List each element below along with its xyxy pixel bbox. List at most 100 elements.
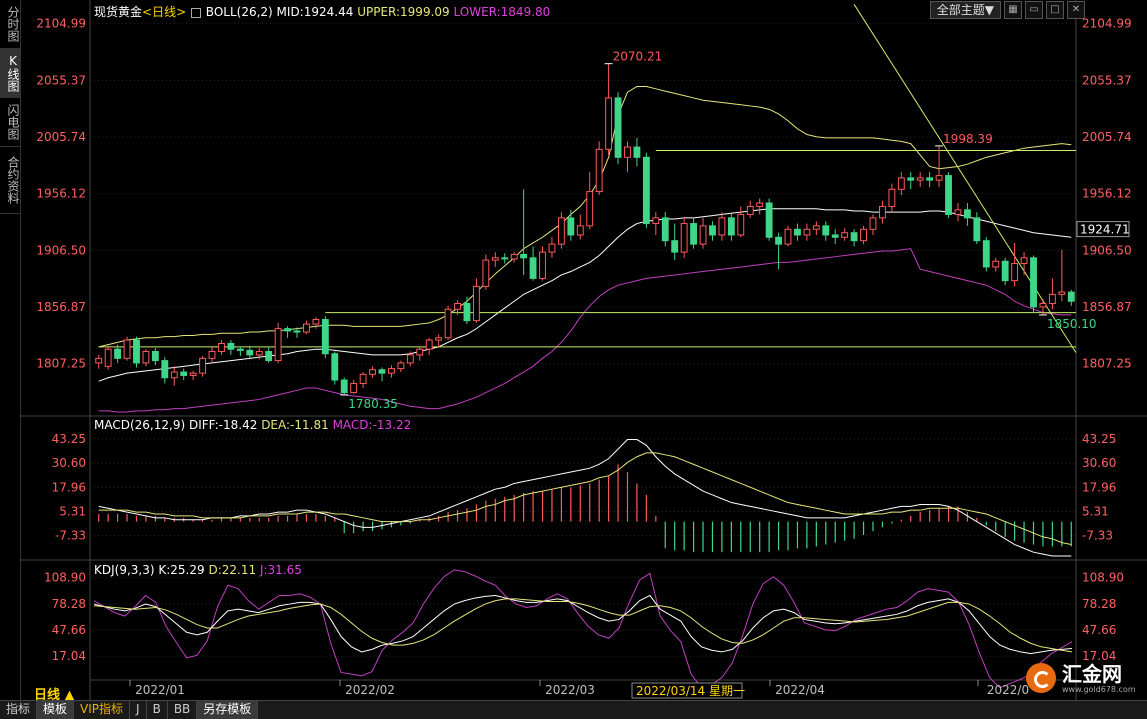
price-tick-right: 1807.25 xyxy=(1082,357,1132,371)
macd-tick-left: 43.25 xyxy=(52,432,86,446)
candle xyxy=(331,353,339,381)
tab-vip-indicators[interactable]: VIP指标 xyxy=(74,701,131,719)
minimize-icon[interactable]: ▭ xyxy=(1025,1,1043,19)
maximize-icon[interactable]: □ xyxy=(1046,1,1064,19)
brand-logo: 汇金网 www.gold678.com xyxy=(1026,660,1138,696)
candle xyxy=(576,225,584,236)
boll-name: BOLL(26,2) xyxy=(205,5,273,19)
candle xyxy=(982,240,990,268)
candle xyxy=(1030,257,1037,308)
chart-canvas[interactable]: 2104.99 2104.99 2055.37 2055.37 2005.74 2005.… xyxy=(0,0,1147,700)
indicator-box-icon[interactable] xyxy=(190,7,202,19)
kdj-j: J:31.65 xyxy=(259,563,302,577)
macd-tick-right: 5.31 xyxy=(1082,504,1109,518)
cursor-date-label: 2022/03/14 星期一 xyxy=(636,684,745,698)
candle xyxy=(633,146,641,158)
candle xyxy=(397,362,405,370)
candle xyxy=(435,337,443,341)
candle xyxy=(1020,257,1028,265)
kdj-tick-left: 78.28 xyxy=(52,597,86,611)
candle xyxy=(888,188,896,207)
logo-icon xyxy=(1026,663,1056,693)
candle xyxy=(491,257,499,261)
candle xyxy=(935,175,943,181)
price-tick-left: 2104.99 xyxy=(36,17,86,31)
candle xyxy=(595,148,603,193)
candle xyxy=(218,342,225,352)
annotation-high: 2070.21 xyxy=(613,50,663,64)
candle xyxy=(142,350,150,364)
tab-j[interactable]: J xyxy=(130,701,147,719)
candle xyxy=(284,328,291,332)
candle xyxy=(1001,260,1009,282)
kdj-tick-left: 108.90 xyxy=(44,571,86,585)
candle xyxy=(567,217,575,236)
candle xyxy=(642,156,650,225)
chevron-down-icon: ▼ xyxy=(984,3,994,17)
candle xyxy=(661,217,669,242)
candle xyxy=(699,225,707,245)
macd-tick-right: 17.96 xyxy=(1082,480,1116,494)
candle xyxy=(350,382,358,394)
tab-b[interactable]: B xyxy=(147,701,168,719)
candle xyxy=(246,349,254,356)
candle xyxy=(860,228,867,242)
macd-tick-right: 30.60 xyxy=(1082,456,1116,470)
candle xyxy=(784,228,792,245)
candle xyxy=(388,368,395,374)
candle xyxy=(614,97,622,158)
candle xyxy=(321,318,329,355)
x-tick-label: 2022/02 xyxy=(345,683,395,697)
price-tick-right: 1956.12 xyxy=(1082,187,1132,201)
price-tick-right: 2005.74 xyxy=(1082,130,1132,144)
candle xyxy=(180,371,188,376)
last-price-tag: 1924.71 xyxy=(1080,223,1130,237)
candle xyxy=(265,350,273,362)
candle xyxy=(444,308,452,339)
menu-grid-icon[interactable]: ▦ xyxy=(1004,1,1022,19)
boll-upper: UPPER:1999.09 xyxy=(357,5,450,19)
logo-url: www.gold678.com xyxy=(1062,684,1136,694)
macd-tick-right: -7.33 xyxy=(1082,529,1113,543)
candle xyxy=(482,259,490,287)
price-tick-left: 1906.50 xyxy=(36,243,86,257)
candle xyxy=(841,232,849,238)
kdj-j-line xyxy=(93,569,1073,689)
candle xyxy=(151,350,159,362)
candle xyxy=(652,217,660,225)
boll-mid-line xyxy=(98,208,1072,382)
close-icon[interactable]: ✕ xyxy=(1067,1,1085,19)
candle xyxy=(369,369,376,375)
price-tick-right: 1856.87 xyxy=(1082,300,1132,314)
theme-select[interactable]: 全部主题▼ xyxy=(929,1,1001,19)
x-tick-label: 2022/01 xyxy=(135,683,185,697)
candle xyxy=(1011,263,1019,282)
candle xyxy=(926,177,934,181)
candle xyxy=(718,217,726,236)
tab-save-template[interactable]: 另存模板 xyxy=(197,701,259,719)
candle xyxy=(624,146,631,158)
candle xyxy=(406,354,414,364)
candle xyxy=(737,213,745,236)
kdj-tick-left: 17.04 xyxy=(52,649,86,663)
x-tick-label: 2022/03 xyxy=(545,683,595,697)
candle xyxy=(586,191,594,227)
tab-template[interactable]: 模板 xyxy=(37,701,75,719)
kdj-name: KDJ(9,3,3) xyxy=(94,563,155,577)
macd-tick-right: 43.25 xyxy=(1082,432,1116,446)
candle xyxy=(189,372,197,376)
candle xyxy=(1048,293,1056,305)
x-tick-label: 2022/0 xyxy=(987,683,1029,697)
candle xyxy=(954,209,962,215)
candle xyxy=(727,217,735,236)
candle xyxy=(775,236,782,245)
boll-lower-line xyxy=(98,248,1072,413)
candle xyxy=(671,240,679,253)
tab-indicators[interactable]: 指标 xyxy=(0,701,38,719)
price-tick-left: 2055.37 xyxy=(36,73,86,87)
price-tick-right: 2055.37 xyxy=(1082,73,1132,87)
candle xyxy=(95,357,103,364)
candle xyxy=(340,379,348,394)
tab-bb[interactable]: BB xyxy=(168,701,198,719)
macd-tick-left: 5.31 xyxy=(59,504,86,518)
